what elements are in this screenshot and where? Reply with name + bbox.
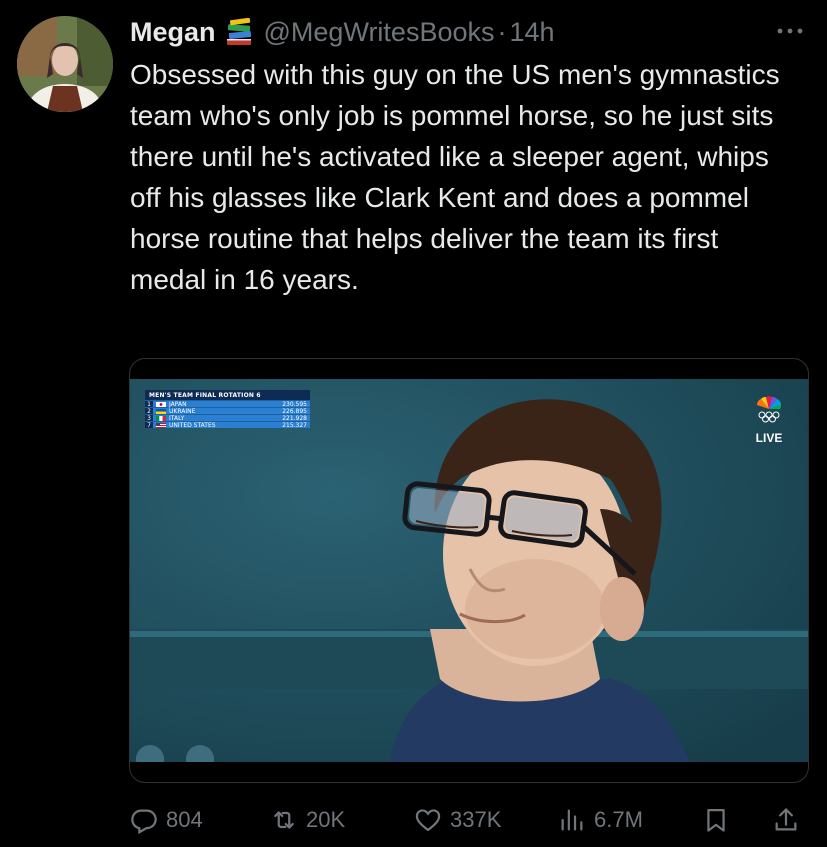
retweet-button[interactable]: 20K	[270, 800, 345, 840]
tweet-media[interactable]: MEN'S TEAM FINAL ROTATION 6 1 JAPAN 230.…	[129, 358, 809, 783]
scoreboard-rank: 1	[145, 401, 153, 408]
scoreboard-score: 230.595	[282, 400, 307, 408]
video-still	[130, 379, 808, 762]
scoreboard-row: 7 UNITED STATES 215.327	[145, 421, 310, 429]
retweet-count: 20K	[306, 807, 346, 832]
like-count: 337K	[450, 807, 502, 832]
avatar[interactable]	[17, 16, 113, 112]
scoreboard-score: 221.928	[282, 414, 307, 422]
timestamp[interactable]: 14h	[510, 17, 555, 48]
views-button[interactable]: 6.7M	[558, 800, 643, 840]
bookmark-button[interactable]	[702, 800, 738, 840]
video-frame[interactable]: MEN'S TEAM FINAL ROTATION 6 1 JAPAN 230.…	[130, 379, 808, 762]
tweet-text: Obsessed with this guy on the US men's g…	[130, 59, 780, 295]
scoreboard-country: ITALY	[169, 414, 185, 422]
scoreboard-rank: 7	[145, 422, 153, 429]
author-name[interactable]: Megan	[130, 17, 216, 48]
author-handle[interactable]: @MegWritesBooks	[264, 17, 495, 48]
scoreboard-country: JAPAN	[169, 400, 187, 408]
scoreboard-rank: 3	[145, 415, 153, 422]
like-button[interactable]: 337K	[414, 800, 501, 840]
network-logo: LIVE	[754, 395, 784, 445]
tweet-header: Megan @MegWritesBooks · 14h	[130, 14, 813, 50]
retweet-icon	[274, 811, 294, 829]
bookmark-icon	[707, 808, 725, 832]
views-count: 6.7M	[594, 807, 643, 832]
scoreboard-row: 3 ITALY 221.928	[145, 414, 310, 422]
more-icon	[777, 28, 803, 34]
share-button[interactable]	[772, 800, 808, 840]
italy-flag-icon	[156, 415, 166, 421]
live-label: LIVE	[755, 431, 783, 445]
share-icon	[775, 808, 797, 831]
peacock-rings-icon	[756, 396, 782, 423]
books-icon	[224, 17, 254, 46]
usa-flag-icon	[156, 422, 166, 428]
reply-button[interactable]: 804	[130, 800, 203, 840]
action-bar: 804 20K 337K 6.7M	[130, 800, 810, 840]
scoreboard-score: 226.895	[282, 407, 307, 415]
scoreboard-country: UNITED STATES	[169, 421, 216, 429]
more-options-button[interactable]	[773, 16, 807, 46]
ukraine-flag-icon	[156, 408, 166, 414]
scoreboard-country: UKRAINE	[169, 407, 196, 415]
reply-count: 804	[166, 807, 203, 832]
scoreboard-score: 215.327	[282, 421, 307, 429]
japan-flag-icon	[156, 401, 166, 407]
scoreboard-rank: 2	[145, 408, 153, 415]
reply-icon	[131, 809, 157, 834]
scoreboard: MEN'S TEAM FINAL ROTATION 6 1 JAPAN 230.…	[145, 390, 310, 429]
views-icon	[561, 809, 583, 831]
scoreboard-row: 2 UKRAINE 226.895	[145, 407, 310, 415]
heart-icon	[415, 809, 441, 832]
separator-dot: ·	[497, 16, 507, 47]
scoreboard-title: MEN'S TEAM FINAL ROTATION 6	[145, 390, 310, 400]
scoreboard-row: 1 JAPAN 230.595	[145, 400, 310, 408]
